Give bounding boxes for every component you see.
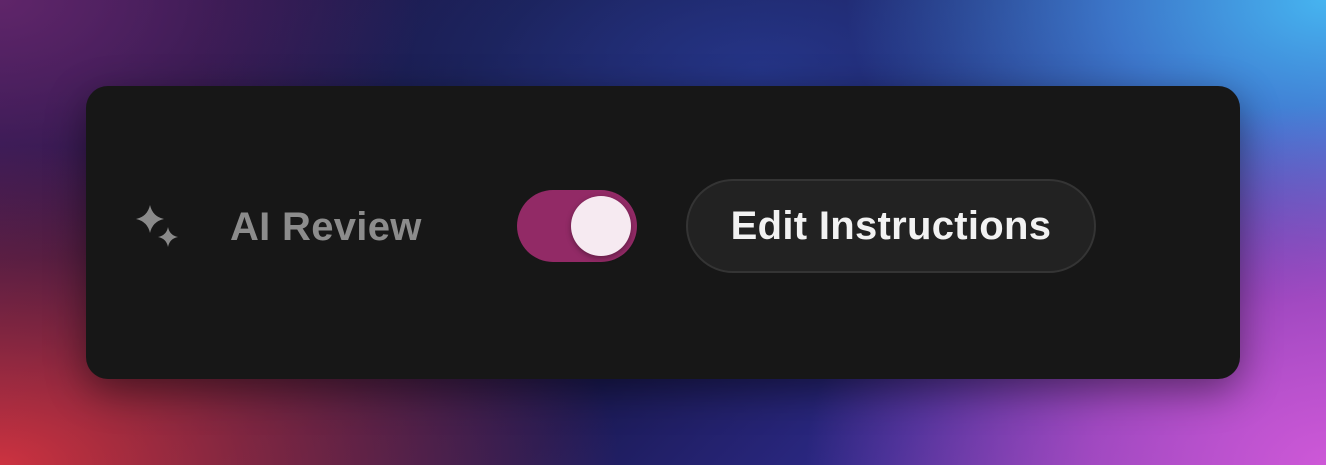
edit-instructions-button[interactable]: Edit Instructions	[686, 179, 1096, 273]
ai-review-label: AI Review	[230, 205, 422, 249]
toggle-knob	[571, 196, 631, 256]
ai-review-toggle[interactable]	[517, 190, 637, 262]
sparkles-icon	[134, 203, 180, 249]
edit-instructions-label: Edit Instructions	[730, 203, 1052, 248]
